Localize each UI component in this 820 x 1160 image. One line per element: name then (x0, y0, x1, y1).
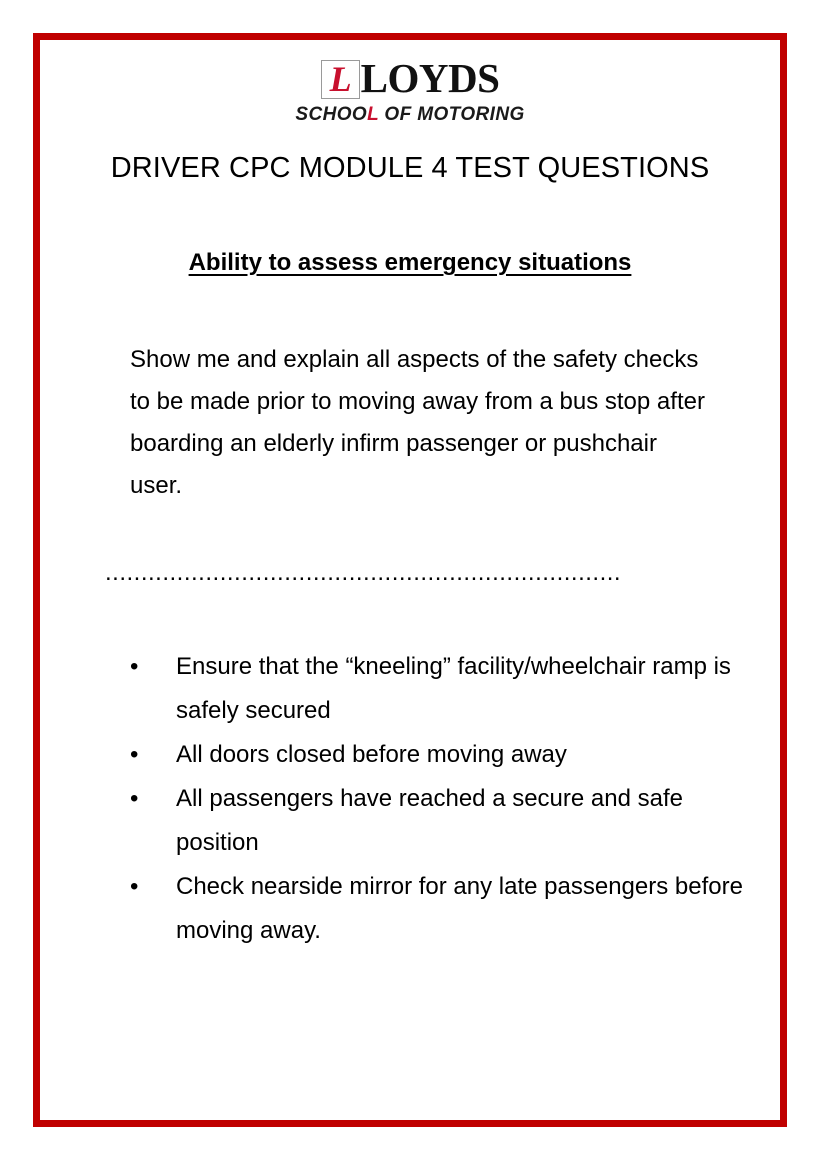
bullet-icon: • (130, 785, 139, 812)
logo-wordmark: L LOYDS (320, 55, 500, 101)
list-item-label: Ensure that the “kneeling” facility/whee… (176, 653, 731, 724)
page-title: DRIVER CPC MODULE 4 TEST QUESTIONS (110, 152, 710, 184)
page-content: L LOYDS SCHOOL OF MOTORING DRIVER CPC MO… (40, 40, 780, 1120)
logo-company-name: LOYDS (360, 55, 500, 101)
dotted-divider-dots: ........................................… (105, 563, 622, 583)
bullet-icon: • (130, 741, 139, 768)
dotted-divider: ........................................… (105, 563, 740, 583)
l-plate-letter: L (329, 58, 352, 99)
logo-tagline: SCHOOL OF MOTORING (40, 104, 780, 126)
list-item: • Ensure that the “kneeling” facility/wh… (124, 645, 744, 733)
list-item: • All passengers have reached a secure a… (124, 777, 744, 865)
logo-tagline-after: OF MOTORING (378, 104, 525, 125)
document-page: L LOYDS SCHOOL OF MOTORING DRIVER CPC MO… (0, 0, 820, 1160)
bullet-icon: • (130, 873, 139, 900)
list-item-label: All doors closed before moving away (176, 741, 567, 768)
answer-list: • Ensure that the “kneeling” facility/wh… (124, 645, 744, 953)
list-item: • All doors closed before moving away (124, 733, 744, 777)
question-text: Show me and explain all aspects of the s… (130, 346, 705, 499)
logo-tagline-before: SCHOO (295, 104, 368, 125)
logo-tagline-accent: L (367, 104, 379, 125)
company-logo: L LOYDS SCHOOL OF MOTORING (40, 58, 780, 126)
list-item: • Check nearside mirror for any late pas… (124, 865, 744, 953)
section-heading: Ability to assess emergency situations (188, 249, 632, 276)
list-item-label: All passengers have reached a secure and… (176, 785, 683, 856)
l-plate-icon: L (320, 58, 360, 99)
bullet-icon: • (130, 653, 139, 680)
list-item-label: Check nearside mirror for any late passe… (176, 873, 743, 944)
